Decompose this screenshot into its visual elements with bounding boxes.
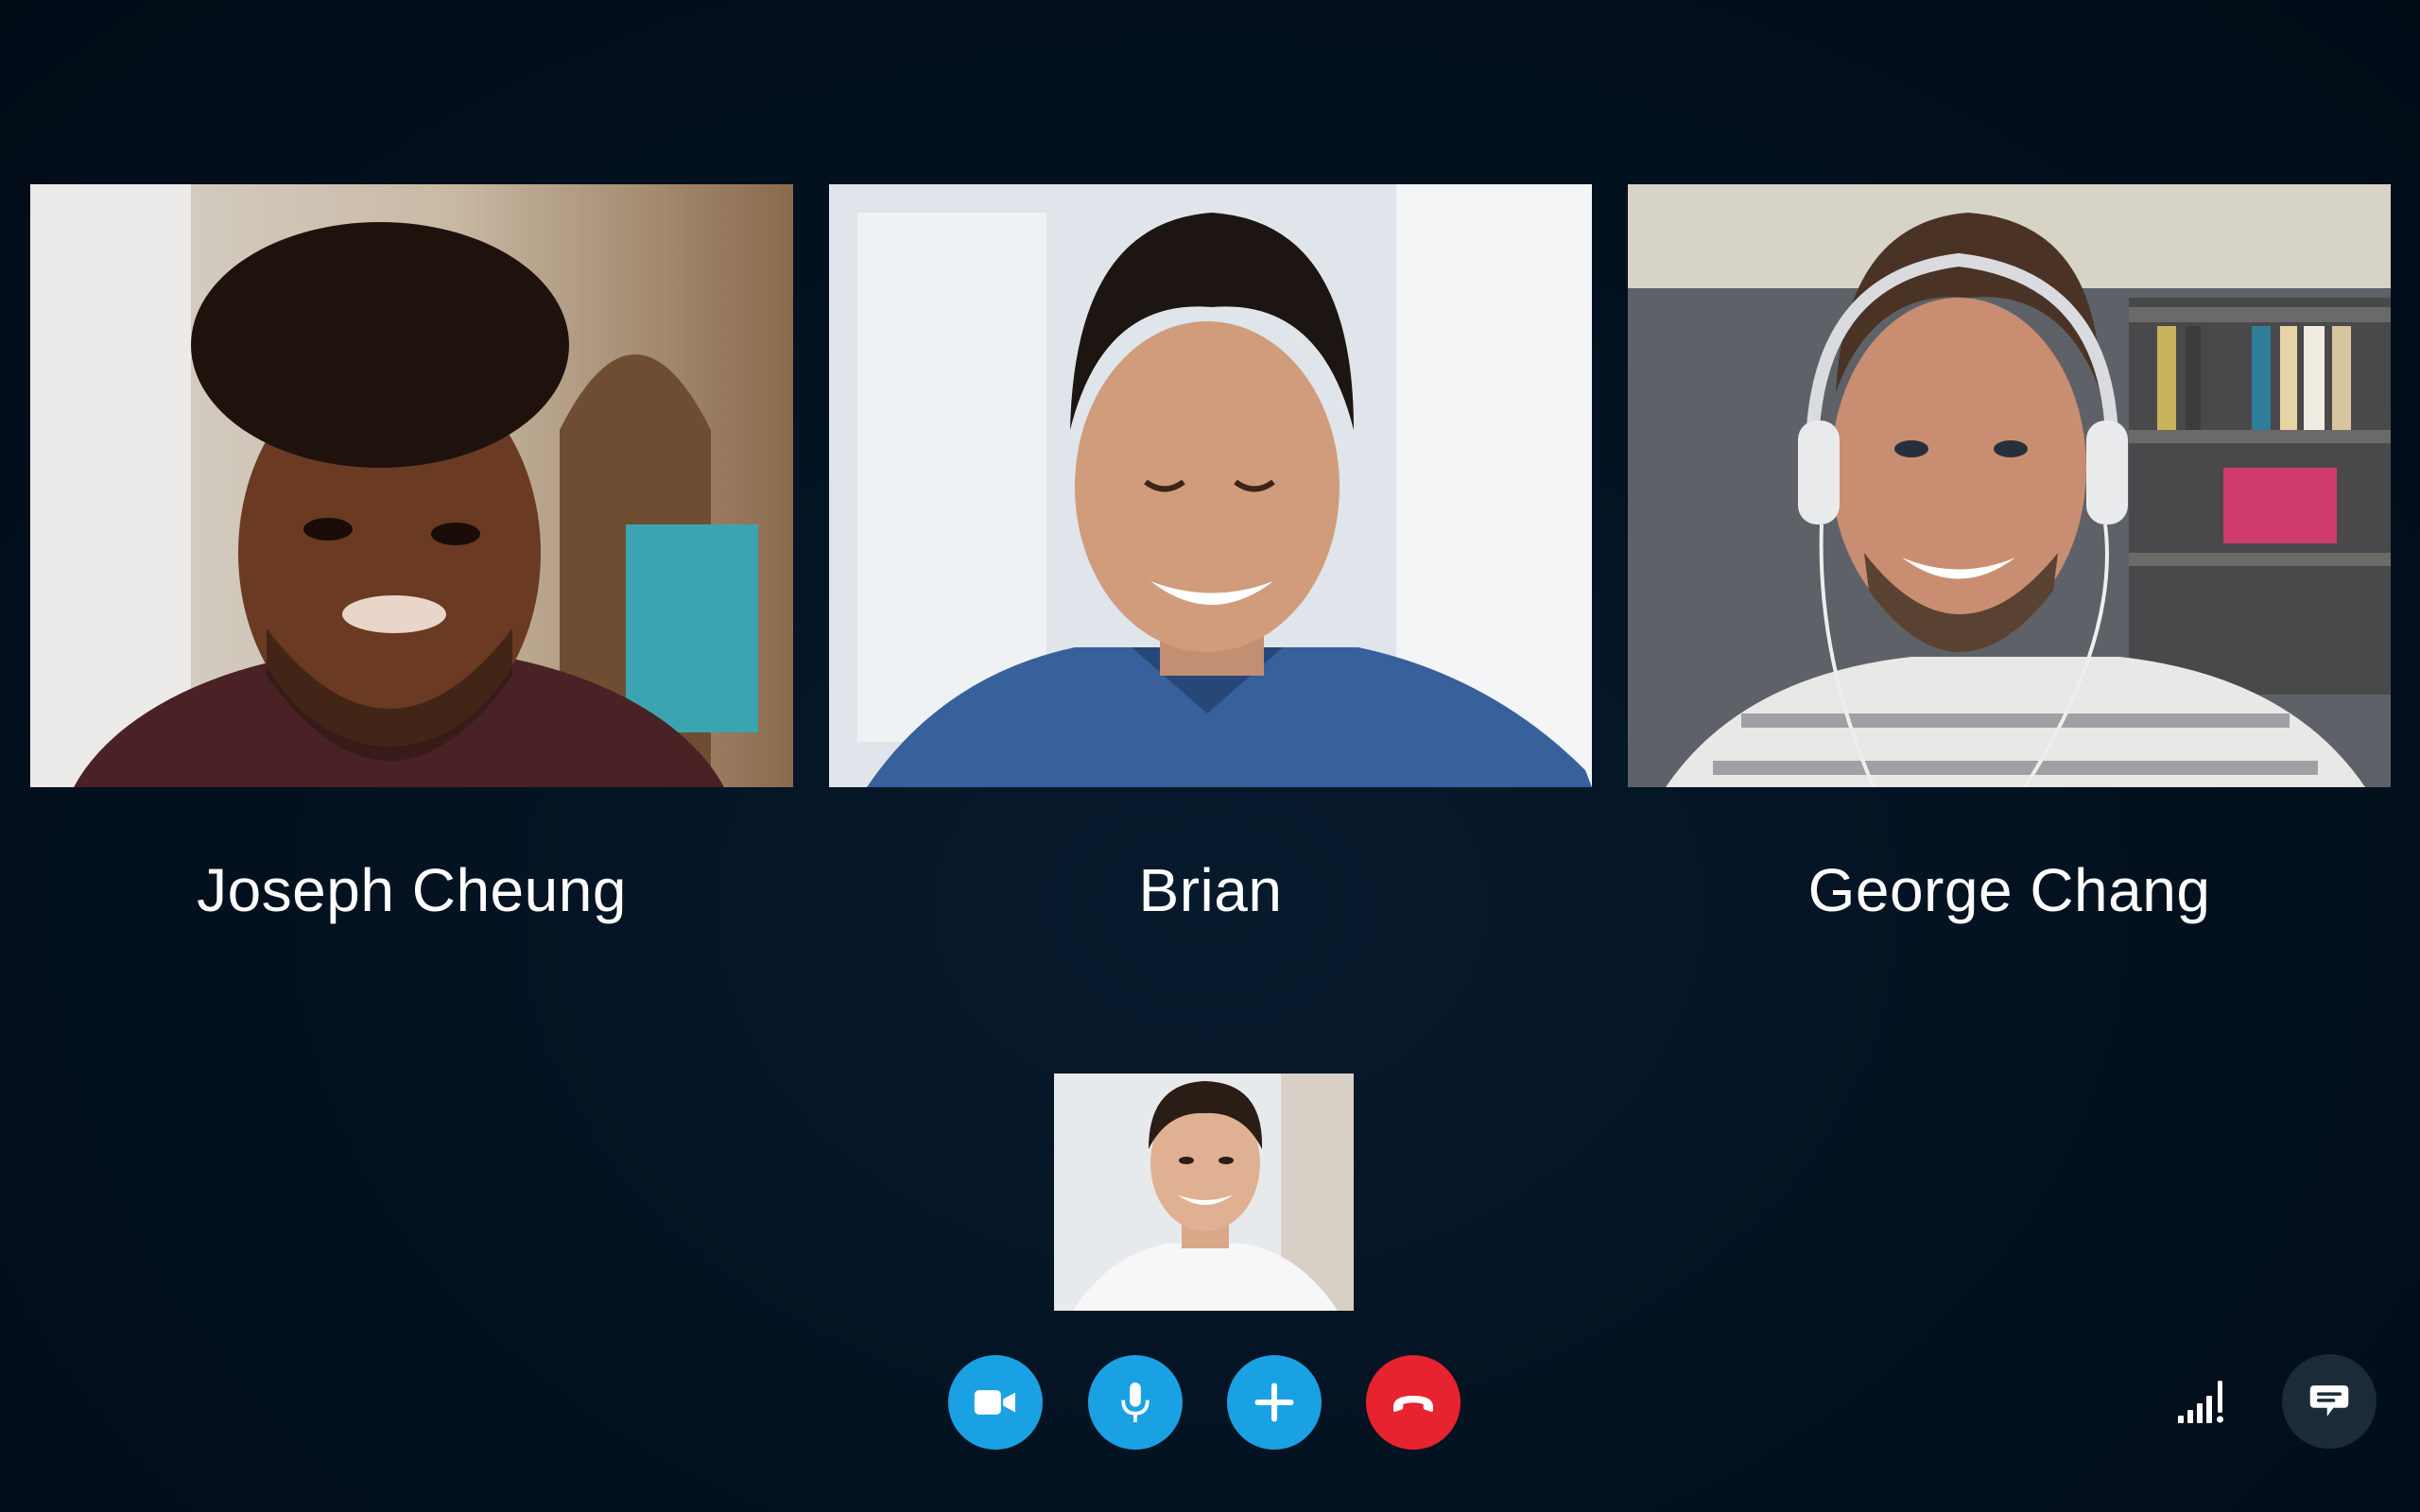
participant-video-brian[interactable] xyxy=(829,184,1592,787)
add-participant-button[interactable] xyxy=(1227,1355,1322,1450)
video-call-window: Joseph Cheung Brian George Chang xyxy=(0,0,2420,1512)
microphone-icon xyxy=(1121,1383,1150,1422)
participant-photo xyxy=(829,184,1592,787)
self-photo xyxy=(1054,1074,1354,1311)
participant-video-george[interactable] xyxy=(1628,184,2391,787)
participant-name: Joseph Cheung xyxy=(197,856,627,924)
microphone-toggle-button[interactable] xyxy=(1088,1355,1183,1450)
chat-bubble-icon xyxy=(2309,1385,2349,1417)
plus-icon xyxy=(1254,1383,1294,1422)
chat-button[interactable] xyxy=(2282,1354,2377,1449)
participant-photo xyxy=(1628,184,2391,787)
participant-name: Brian xyxy=(1138,856,1283,924)
participant-video-joseph[interactable] xyxy=(30,184,793,787)
participant-photo xyxy=(30,184,793,787)
self-video-preview[interactable] xyxy=(1054,1074,1354,1311)
end-call-button[interactable] xyxy=(1366,1355,1461,1450)
phone-hangup-icon xyxy=(1393,1396,1433,1412)
signal-weak-icon[interactable] xyxy=(2176,1378,2225,1425)
video-toggle-button[interactable] xyxy=(948,1355,1043,1450)
video-camera-icon xyxy=(974,1390,1015,1415)
participant-name: George Chang xyxy=(1807,856,2211,924)
